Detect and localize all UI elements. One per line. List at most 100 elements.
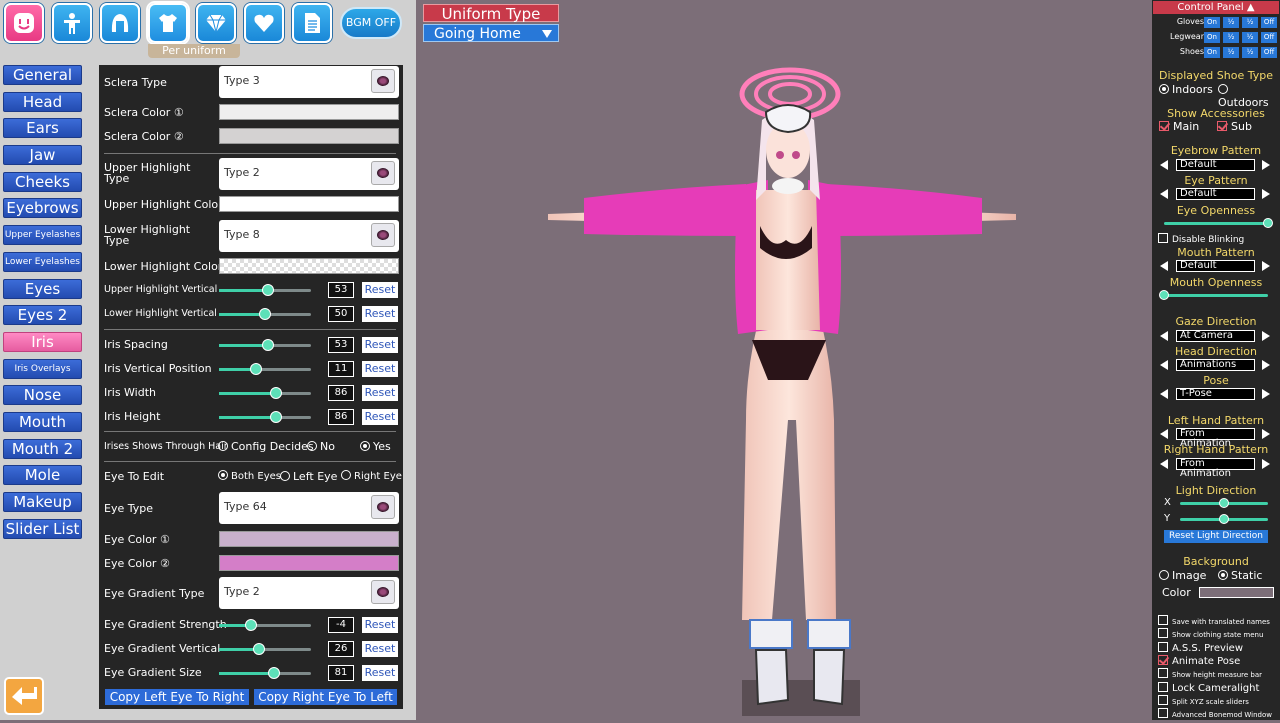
category-mouth[interactable]: Mouth xyxy=(3,411,82,432)
eye-option-right-eye[interactable]: Right Eye xyxy=(341,470,402,482)
pose-next-icon[interactable] xyxy=(1262,389,1270,399)
option-5[interactable]: Lock Cameralight xyxy=(1158,681,1280,694)
iris-spacing-reset-button[interactable]: Reset xyxy=(362,337,398,353)
iris-vertical-position-reset-button[interactable]: Reset xyxy=(362,361,398,377)
eye-pattern-next-icon[interactable] xyxy=(1262,189,1270,199)
eye-option-left-eye[interactable]: Left Eye xyxy=(280,470,337,483)
upper-highlight-vertical-value[interactable]: 53 xyxy=(328,282,354,298)
category-nose[interactable]: Nose xyxy=(3,385,82,406)
option-checkbox-3[interactable] xyxy=(1158,654,1168,665)
eye-gradient-vertical-value[interactable]: 26 xyxy=(328,641,354,657)
radio-config-decides[interactable] xyxy=(218,441,228,451)
category-iris-overlays[interactable]: Iris Overlays xyxy=(3,358,82,379)
shoe-type-radio2[interactable] xyxy=(1218,84,1228,94)
eye-gradient-size-value[interactable]: 81 xyxy=(328,665,354,681)
legwear-opt-0[interactable]: On xyxy=(1204,32,1220,43)
eye-gradient-type-selector[interactable]: Type 2 xyxy=(219,577,399,609)
lower-highlight-type-selector[interactable]: Type 8 xyxy=(219,220,399,252)
gloves-opt-0[interactable]: On xyxy=(1204,17,1220,28)
category-lower-eyelashes[interactable]: Lower Eyelashes xyxy=(3,251,82,272)
eye-gradient-size-reset-button[interactable]: Reset xyxy=(362,665,398,681)
category-mouth-2[interactable]: Mouth 2 xyxy=(3,438,82,459)
eye-pattern-selector[interactable]: Default xyxy=(1176,188,1255,200)
legwear-opt-2[interactable]: ½ xyxy=(1242,32,1258,43)
category-cheeks[interactable]: Cheeks xyxy=(3,171,82,192)
eye-gradient-vertical-slider-knob[interactable] xyxy=(252,643,265,655)
control-panel-title[interactable]: Control Panel ▲ xyxy=(1153,1,1279,14)
lower-highlight-vertical-slider-knob[interactable] xyxy=(259,308,271,320)
eye-openness-knob[interactable] xyxy=(1263,218,1273,228)
radio-no[interactable] xyxy=(307,441,317,451)
mouth-openness-knob[interactable] xyxy=(1159,290,1169,300)
eye-gradient-strength-reset-button[interactable]: Reset xyxy=(362,617,398,633)
iris-vertical-position-slider[interactable] xyxy=(219,363,311,375)
iris-spacing-slider-knob[interactable] xyxy=(261,339,274,351)
personality-button[interactable] xyxy=(244,3,284,43)
sclera-color-2-swatch[interactable] xyxy=(219,128,399,144)
eye-pattern-prev-icon[interactable] xyxy=(1160,189,1168,199)
eye-gradient-strength-slider[interactable] xyxy=(219,619,311,631)
radio-right-eye[interactable] xyxy=(341,470,351,480)
iris-vertical-position-slider-knob[interactable] xyxy=(249,363,262,375)
left-hand-pattern-selector[interactable]: From Animation xyxy=(1176,428,1255,449)
iris-width-slider[interactable] xyxy=(219,387,311,399)
category-slider-list[interactable]: Slider List xyxy=(3,518,82,539)
category-ears[interactable]: Ears xyxy=(3,118,82,139)
disable-blinking-checkbox[interactable] xyxy=(1158,233,1168,243)
radio-both-eyes[interactable] xyxy=(218,470,228,480)
copy-right-to-left-button[interactable]: Copy Right Eye To Left xyxy=(254,689,397,705)
option-checkbox-0[interactable] xyxy=(1158,615,1168,625)
eye-gradient-size-slider-knob[interactable] xyxy=(268,667,281,679)
eye-color-1-swatch[interactable] xyxy=(219,531,399,547)
back-button[interactable] xyxy=(4,677,44,715)
category-jaw[interactable]: Jaw xyxy=(3,145,82,166)
eyebrow-pattern-next-icon[interactable] xyxy=(1262,160,1270,170)
acc-sub-checkbox[interactable] xyxy=(1217,121,1227,131)
category-makeup[interactable]: Makeup xyxy=(3,492,82,512)
right-hand-pattern-next-icon[interactable] xyxy=(1262,459,1270,469)
clothing-button[interactable] xyxy=(146,1,190,45)
sclera-type-selector[interactable]: Type 3 xyxy=(219,66,399,98)
acc-main[interactable]: Main xyxy=(1159,120,1199,133)
eye-gradient-size-slider[interactable] xyxy=(219,667,311,679)
eye-gradient-vertical-slider[interactable] xyxy=(219,643,311,655)
option-6[interactable]: Split XYZ scale sliders xyxy=(1158,694,1280,706)
upper-highlight-vertical-slider[interactable] xyxy=(219,284,311,296)
upper-highlight-color-swatch[interactable] xyxy=(219,196,399,212)
left-hand-pattern-prev-icon[interactable] xyxy=(1160,429,1168,439)
head-direction-prev-icon[interactable] xyxy=(1160,360,1168,370)
option-1[interactable]: Show clothing state menu xyxy=(1158,628,1280,639)
iris-spacing-value[interactable]: 53 xyxy=(328,337,354,353)
mouth-pattern-next-icon[interactable] xyxy=(1262,261,1270,271)
upper-highlight-type-selector[interactable]: Type 2 xyxy=(219,158,399,190)
shoes-opt-3[interactable]: Off xyxy=(1261,47,1277,58)
category-eyes[interactable]: Eyes xyxy=(3,278,82,299)
eye-openness-slider[interactable] xyxy=(1164,222,1268,225)
reset-light-button[interactable]: Reset Light Direction xyxy=(1164,530,1268,543)
shoe-type-radio1[interactable] xyxy=(1159,84,1169,94)
shoe-type-opt1[interactable]: Indoors xyxy=(1159,83,1213,96)
iris-hair-option-no[interactable]: No xyxy=(307,440,335,453)
eye-color-2-swatch[interactable] xyxy=(219,555,399,571)
acc-sub[interactable]: Sub xyxy=(1217,120,1252,133)
shoes-opt-0[interactable]: On xyxy=(1204,47,1220,58)
accessories-button[interactable] xyxy=(196,3,236,43)
option-2[interactable]: A.S.S. Preview xyxy=(1158,641,1280,654)
disable-blinking-row[interactable]: Disable Blinking xyxy=(1158,233,1280,245)
eyebrow-pattern-prev-icon[interactable] xyxy=(1160,160,1168,170)
light-x-knob[interactable] xyxy=(1219,498,1229,508)
eye-option-both-eyes[interactable]: Both Eyes xyxy=(218,470,281,482)
save-load-button[interactable] xyxy=(292,3,332,43)
legwear-opt-1[interactable]: ½ xyxy=(1223,32,1239,43)
face-button[interactable] xyxy=(4,3,44,43)
right-hand-pattern-selector[interactable]: From Animation xyxy=(1176,458,1255,479)
category-eyes-2[interactable]: Eyes 2 xyxy=(3,305,82,326)
category-general[interactable]: General xyxy=(3,65,82,85)
eye-gradient-strength-value[interactable]: -4 xyxy=(328,617,354,633)
eye-gradient-strength-slider-knob[interactable] xyxy=(245,619,258,631)
option-checkbox-2[interactable] xyxy=(1158,641,1168,652)
head-direction-next-icon[interactable] xyxy=(1262,360,1270,370)
category-eyebrows[interactable]: Eyebrows xyxy=(3,198,82,219)
background-type-radio1[interactable] xyxy=(1159,570,1169,580)
option-4[interactable]: Show height measure bar xyxy=(1158,668,1280,679)
